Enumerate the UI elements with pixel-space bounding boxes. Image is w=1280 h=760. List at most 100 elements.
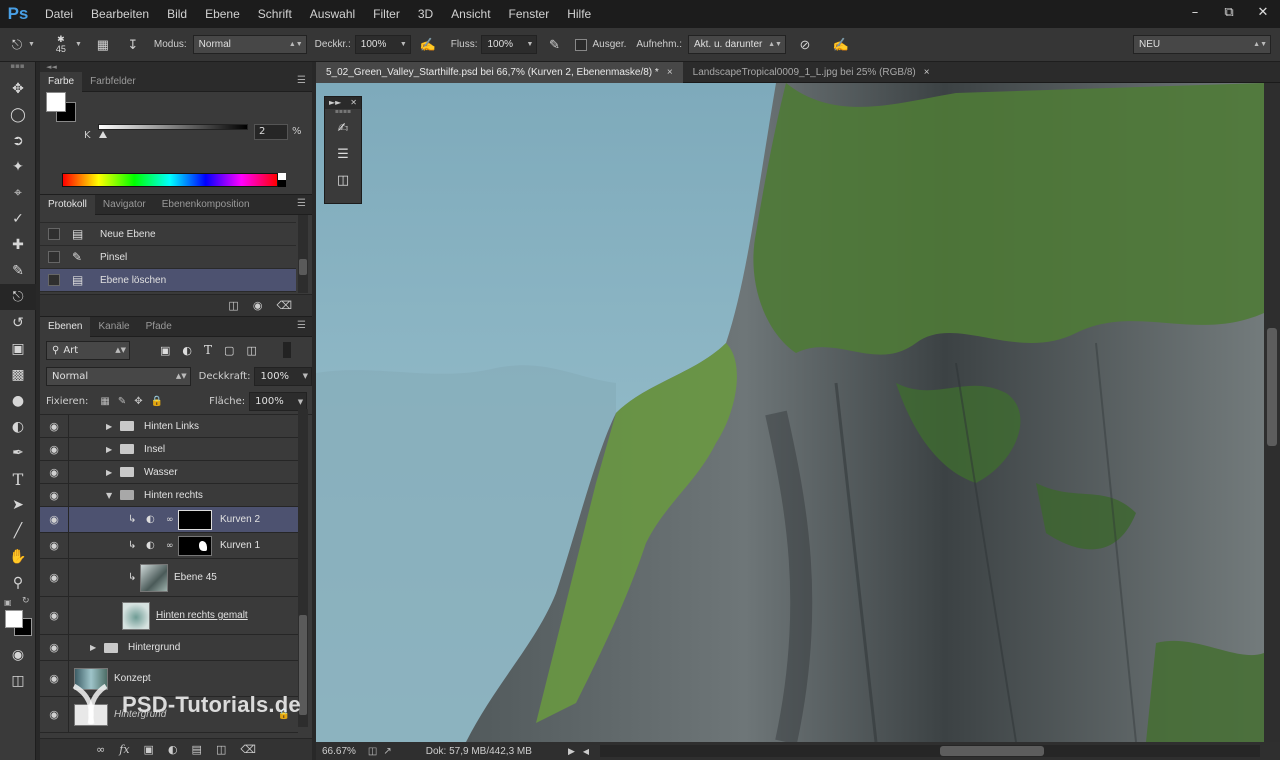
menu-schrift[interactable]: Schrift [249, 0, 301, 28]
visibility-eye-icon[interactable]: ◉ [40, 641, 68, 654]
type-icon[interactable]: T [0, 466, 36, 492]
layer-row-selected[interactable]: ◉ ↳ ◐ ∞ Kurven 2 [40, 507, 298, 533]
new-layer-icon[interactable]: ◫ [216, 743, 226, 756]
share-icon[interactable]: ◫ [368, 746, 377, 757]
pressure-opacity-icon[interactable]: ✍ [417, 34, 439, 56]
canvas-hscroll-thumb[interactable] [940, 746, 1044, 756]
panel-menu-icon[interactable]: ☰ [297, 75, 306, 86]
clone-source-icon[interactable]: ◫ [325, 167, 361, 193]
move-tool-icon[interactable]: ✥ [0, 76, 36, 102]
history-snapshot-checkbox[interactable] [48, 274, 60, 286]
filter-type-icon[interactable]: T [204, 343, 212, 357]
swap-colors-icon[interactable]: ↻ [22, 596, 30, 606]
healing-brush-icon[interactable]: ✚ [0, 232, 36, 258]
menu-hilfe[interactable]: Hilfe [558, 0, 600, 28]
brush-settings-icon[interactable]: ☰ [325, 141, 361, 167]
fx-icon[interactable]: fx [119, 743, 129, 756]
quick-mask-icon[interactable]: ◉ [0, 642, 36, 668]
layers-scrollbar[interactable] [298, 409, 308, 727]
visibility-eye-icon[interactable]: ◉ [40, 672, 68, 685]
tab-kanaele[interactable]: Kanäle [90, 317, 137, 337]
tab-protokoll[interactable]: Protokoll [40, 194, 95, 215]
menu-filter[interactable]: Filter [364, 0, 409, 28]
gradient-icon[interactable]: ▩ [0, 362, 36, 388]
dodge-icon[interactable]: ◐ [0, 414, 36, 440]
status-menu-arrow-icon[interactable]: ▶ [568, 746, 575, 757]
layer-thumbnail[interactable] [74, 703, 108, 726]
pressure-size-icon[interactable]: ✍ [830, 34, 852, 56]
menu-ansicht[interactable]: Ansicht [442, 0, 499, 28]
export-icon[interactable]: ↗ [383, 746, 391, 757]
lasso-icon[interactable]: ➲ [0, 128, 36, 154]
doc-tab[interactable]: LandscapeTropical0009_1_L.jpg bei 25% (R… [683, 62, 940, 83]
dock-collapse-icon[interactable]: ◄◄ [40, 62, 312, 72]
layer-row[interactable]: ◉ Hintergrund 🔒 [40, 697, 298, 733]
ignore-adjustment-icon[interactable]: ⊘ [794, 34, 816, 56]
panel-menu-icon[interactable]: ☰ [297, 320, 306, 331]
filter-adjustment-icon[interactable]: ◐ [182, 344, 192, 357]
history-scroll-thumb[interactable] [299, 259, 307, 275]
ellipse-marquee-icon[interactable]: ◯ [0, 102, 36, 128]
layer-row[interactable]: ◉ Konzept [40, 661, 298, 697]
workspace-select[interactable]: NEU ▲▼ [1133, 35, 1271, 54]
deckkr-input[interactable]: 100% ▼ [354, 35, 411, 54]
eraser-icon[interactable]: ▣ [0, 336, 36, 362]
history-brush-icon[interactable]: ↺ [0, 310, 36, 336]
add-mask-icon[interactable]: ▣ [144, 743, 154, 756]
layer-row[interactable]: ◉ ▶ Hinten Links [40, 415, 298, 438]
visibility-eye-icon[interactable]: ◉ [40, 489, 68, 502]
tool-preset-picker[interactable]: ⎋ ▼ [6, 34, 35, 56]
eyedropper-icon[interactable]: ✓ [0, 206, 36, 232]
lock-position-icon[interactable]: ✥ [134, 396, 142, 407]
filter-shape-icon[interactable]: ▢ [224, 344, 234, 357]
layer-row[interactable]: ◉ ▼ Hinten rechts [40, 484, 298, 507]
layer-thumbnail[interactable] [140, 563, 168, 592]
history-snapshot-checkbox[interactable] [48, 251, 60, 263]
hand-icon[interactable]: ✋ [0, 544, 36, 570]
color-swatches[interactable]: ▣ ↻ [0, 596, 35, 642]
document-canvas[interactable] [316, 83, 1264, 742]
link-icon[interactable]: ∞ [166, 541, 178, 551]
history-scrollbar[interactable] [298, 215, 308, 293]
trash-icon[interactable]: ⌫ [276, 299, 292, 312]
doc-tab-active[interactable]: 5_02_Green_Valley_Starthilfe.psd bei 66,… [316, 62, 683, 83]
tab-pfade[interactable]: Pfade [138, 317, 180, 337]
camera-icon[interactable]: ◉ [253, 299, 263, 312]
blur-icon[interactable]: ● [0, 388, 36, 414]
trash-icon[interactable]: ⌫ [240, 743, 256, 756]
spectrum-black-white[interactable] [278, 173, 286, 187]
airbrush-icon[interactable]: ✎ [543, 34, 565, 56]
menu-fenster[interactable]: Fenster [500, 0, 559, 28]
line-icon[interactable]: ╱ [0, 518, 36, 544]
tab-farbe[interactable]: Farbe [40, 71, 83, 92]
opacity-input[interactable]: 100% ▼ [254, 366, 312, 386]
magic-wand-icon[interactable]: ✦ [0, 154, 36, 180]
foreground-color-swatch[interactable] [5, 610, 23, 628]
layer-row[interactable]: ◉ ↳ ◐ ∞ Kurven 1 [40, 533, 298, 559]
filter-pixel-icon[interactable]: ▣ [160, 344, 170, 357]
foreground-swatch[interactable] [46, 92, 66, 112]
crop-icon[interactable]: ⌖ [0, 180, 36, 206]
k-slider-track[interactable] [98, 124, 248, 130]
menu-auswahl[interactable]: Auswahl [301, 0, 364, 28]
visibility-eye-icon[interactable]: ◉ [40, 443, 68, 456]
tab-navigator[interactable]: Navigator [95, 195, 154, 215]
layer-mask-thumbnail[interactable] [178, 535, 212, 556]
close-tab-icon[interactable]: × [924, 67, 930, 78]
filter-toggle[interactable] [282, 342, 291, 358]
curves-adjustment-icon[interactable]: ◐ [146, 514, 166, 525]
zoom-icon[interactable]: ⚲ [0, 570, 36, 596]
menu-bearbeiten[interactable]: Bearbeiten [82, 0, 158, 28]
new-group-icon[interactable]: ▤ [192, 743, 202, 756]
panel-menu-icon[interactable]: ☰ [297, 198, 306, 209]
clone-stamp-icon[interactable]: ⎋ [0, 284, 36, 310]
chevron-down-icon[interactable]: ▼ [75, 41, 82, 48]
brush-panel-icon[interactable]: ▦ [92, 34, 114, 56]
new-document-from-state-icon[interactable]: ◫ [228, 299, 238, 312]
brush-presets-icon[interactable]: ✍ [325, 115, 361, 141]
default-colors-icon[interactable]: ▣ [4, 598, 12, 607]
layer-row[interactable]: ◉ ↳ Ebene 45 [40, 559, 298, 597]
layer-row[interactable]: ◉ ▶ Insel [40, 438, 298, 461]
layer-row[interactable]: ◉ ▶ Wasser [40, 461, 298, 484]
clone-source-icon[interactable]: ↧ [122, 34, 144, 56]
